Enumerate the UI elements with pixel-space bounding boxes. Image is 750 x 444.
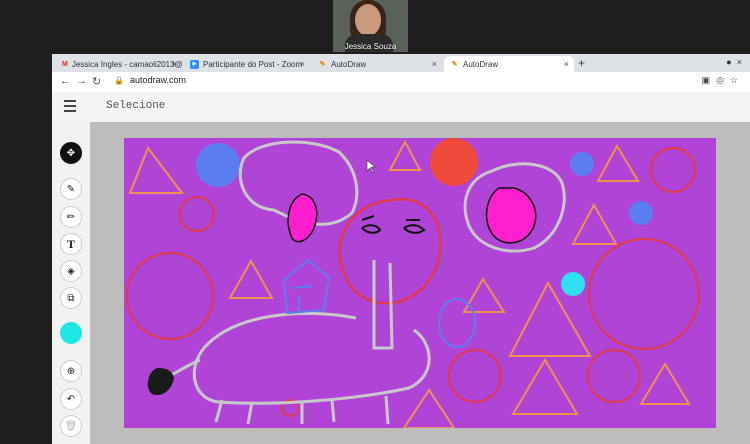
text-icon[interactable]: T: [60, 233, 82, 255]
fill-icon[interactable]: ◈: [60, 260, 82, 282]
close-icon[interactable]: ×: [300, 59, 305, 69]
autodraw-icon: ✎: [319, 61, 326, 68]
tab-autodraw-2[interactable]: ✎ AutoDraw ×: [444, 56, 574, 72]
participant-video: Jessica Souza: [333, 0, 408, 52]
menu-icon[interactable]: [64, 100, 76, 115]
zoom-icon: ▶: [190, 59, 199, 69]
browser-window: M Jessica Ingles - camaoli2013@g... × ▶ …: [52, 54, 750, 444]
close-icon[interactable]: ×: [432, 59, 437, 69]
gmail-icon: M: [62, 60, 68, 68]
tab-gmail[interactable]: M Jessica Ingles - camaoli2013@g... ×: [56, 56, 182, 72]
reload-icon[interactable]: ↻: [92, 75, 101, 88]
url-text: autodraw.com: [129, 75, 186, 85]
address-bar: ← → ↻ 🔒 autodraw.com ▣◎☆: [52, 72, 750, 93]
pencil-icon[interactable]: ✏: [60, 206, 82, 228]
move-icon[interactable]: ✥: [60, 142, 82, 164]
trash-icon[interactable]: 🗑: [60, 415, 82, 437]
autodraw-icon: ✎: [451, 61, 458, 68]
close-icon[interactable]: ×: [564, 59, 569, 69]
app-header: Selecione: [52, 92, 750, 122]
forward-icon[interactable]: →: [76, 75, 87, 87]
undo-icon[interactable]: ↶: [60, 388, 82, 410]
zoom-icon[interactable]: ⊕: [60, 360, 82, 382]
back-icon[interactable]: ←: [60, 75, 71, 87]
participant-face: [355, 4, 381, 36]
close-icon[interactable]: ×: [172, 59, 177, 69]
tab-label: Jessica Ingles - camaoli2013@g...: [71, 59, 182, 69]
window-controls[interactable]: ● ×: [726, 57, 742, 67]
tab-bar: M Jessica Ingles - camaoli2013@g... × ▶ …: [52, 54, 750, 72]
workspace: ✥ ✎ ✏ T ◈ ⧉ ⊕ ↶ 🗑: [52, 122, 750, 444]
url-field[interactable]: 🔒 autodraw.com: [114, 75, 186, 85]
extension-icons[interactable]: ▣◎☆: [702, 75, 744, 86]
mode-label: Selecione: [106, 100, 166, 112]
toolbar: ✥ ✎ ✏ T ◈ ⧉ ⊕ ↶ 🗑: [52, 122, 90, 444]
new-tab-button[interactable]: +: [578, 56, 585, 70]
drawing-canvas[interactable]: [124, 138, 716, 428]
autodraw-icon[interactable]: ✎: [60, 178, 82, 200]
tab-label: AutoDraw: [463, 59, 499, 69]
tab-autodraw-1[interactable]: ✎ AutoDraw ×: [312, 56, 442, 72]
tab-label: AutoDraw: [331, 59, 367, 69]
tab-zoom[interactable]: ▶ Participante do Post - Zoom ×: [184, 56, 310, 72]
shapes-icon[interactable]: ⧉: [60, 287, 82, 309]
lock-icon: 🔒: [114, 75, 124, 85]
tab-label: Participante do Post - Zoom: [203, 59, 303, 69]
color-picker[interactable]: [60, 322, 82, 344]
participant-name: Jessica Souza: [344, 42, 397, 51]
